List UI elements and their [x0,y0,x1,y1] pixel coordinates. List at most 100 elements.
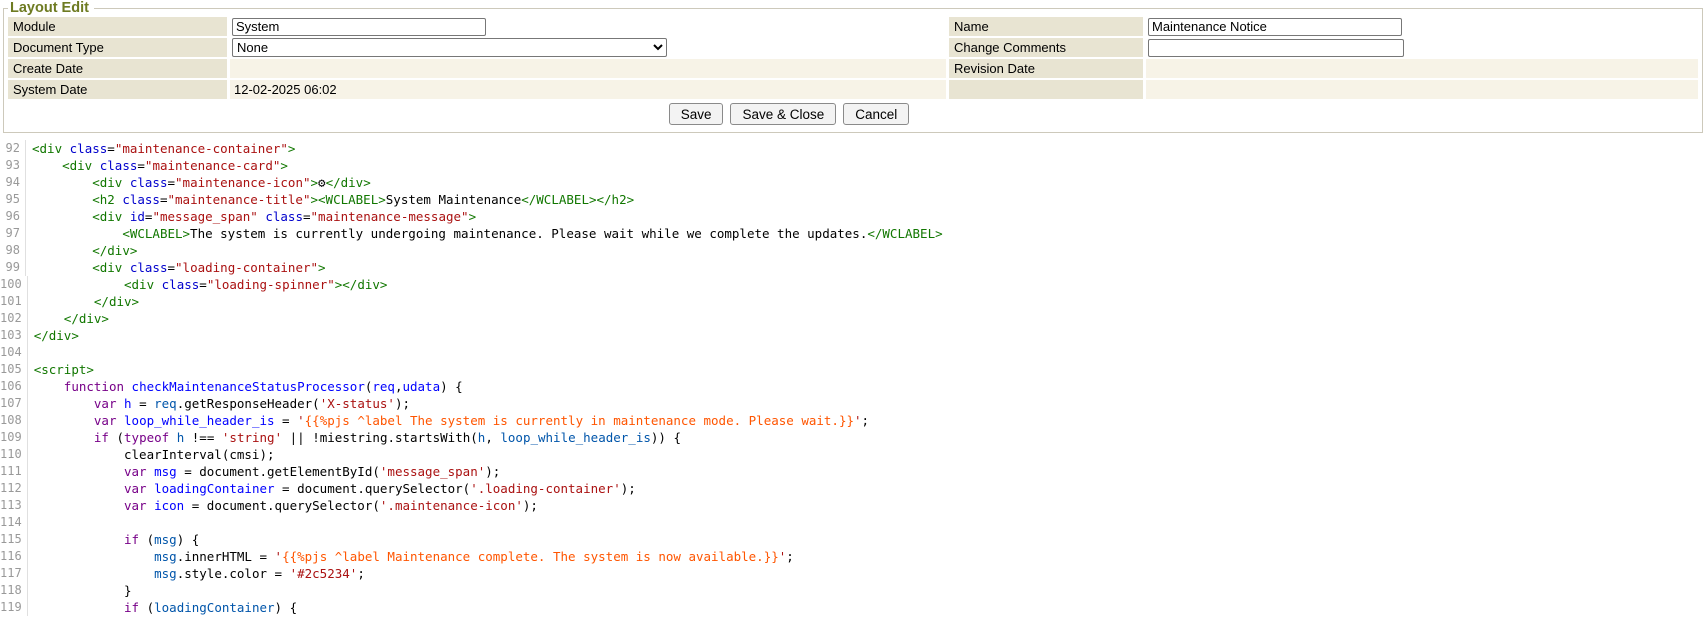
page-title: Layout Edit [8,0,94,16]
code-line[interactable]: 101 </div> [0,293,1706,310]
name-input[interactable] [1148,18,1402,36]
code-text: var msg = document.getElementById('messa… [28,463,501,480]
line-number: 114 [0,514,28,531]
line-number: 100 [0,276,28,293]
line-number: 93 [0,157,26,174]
revision-date-value [1146,59,1698,78]
change-comments-input[interactable] [1148,39,1404,57]
line-number: 96 [0,208,26,225]
code-line[interactable]: 99 <div class="loading-container"> [0,259,1706,276]
line-number: 99 [0,259,26,276]
code-line[interactable]: 100 <div class="loading-spinner"></div> [0,276,1706,293]
line-number: 103 [0,327,28,344]
code-line[interactable]: 95 <h2 class="maintenance-title"><WCLABE… [0,191,1706,208]
code-text: <script> [28,361,94,378]
empty-value-cell [1146,80,1698,99]
code-text: <div class="maintenance-card"> [26,157,288,174]
code-text: if (msg) { [28,531,200,548]
code-line[interactable]: 110 clearInterval(cmsi); [0,446,1706,463]
line-number: 102 [0,310,28,327]
document-type-select[interactable]: None [232,38,667,57]
create-date-label: Create Date [8,59,227,78]
line-number: 98 [0,242,26,259]
code-line[interactable]: 92<div class="maintenance-container"> [0,140,1706,157]
line-number: 109 [0,429,28,446]
document-type-cell: None [230,38,946,57]
cancel-button[interactable]: Cancel [843,103,909,125]
line-number: 113 [0,497,28,514]
code-line[interactable]: 114 [0,514,1706,531]
code-line[interactable]: 102 </div> [0,310,1706,327]
code-text: </div> [28,327,79,344]
code-line[interactable]: 103</div> [0,327,1706,344]
line-number: 107 [0,395,28,412]
line-number: 106 [0,378,28,395]
code-line[interactable]: 96 <div id="message_span" class="mainten… [0,208,1706,225]
code-text [28,514,34,531]
line-number: 108 [0,412,28,429]
line-number: 97 [0,225,26,242]
code-line[interactable]: 104 [0,344,1706,361]
save-and-close-button[interactable]: Save & Close [730,103,836,125]
code-line[interactable]: 113 var icon = document.querySelector('.… [0,497,1706,514]
code-line[interactable]: 107 var h = req.getResponseHeader('X-sta… [0,395,1706,412]
system-date-label: System Date [8,80,227,99]
code-text: var icon = document.querySelector('.main… [28,497,538,514]
system-date-value: 12-02-2025 06:02 [230,80,946,99]
code-line[interactable]: 112 var loadingContainer = document.quer… [0,480,1706,497]
code-line[interactable]: 119 if (loadingContainer) { [0,599,1706,616]
save-button[interactable]: Save [669,103,724,125]
line-number: 105 [0,361,28,378]
module-label: Module [8,17,227,36]
line-number: 110 [0,446,28,463]
code-text: function checkMaintenanceStatusProcessor… [28,378,463,395]
code-text: clearInterval(cmsi); [28,446,275,463]
code-line[interactable]: 111 var msg = document.getElementById('m… [0,463,1706,480]
empty-label-cell [949,80,1143,99]
code-text: </div> [28,310,109,327]
code-text: <div id="message_span" class="maintenanc… [26,208,476,225]
code-text: var h = req.getResponseHeader('X-status'… [28,395,410,412]
code-line[interactable]: 118 } [0,582,1706,599]
line-number: 101 [0,293,28,310]
code-text: msg.style.color = '#2c5234'; [28,565,365,582]
code-line[interactable]: 105<script> [0,361,1706,378]
line-number: 115 [0,531,28,548]
line-number: 117 [0,565,28,582]
code-text: } [28,582,132,599]
code-line[interactable]: 94 <div class="maintenance-icon">⚙</div> [0,174,1706,191]
code-editor[interactable]: 92<div class="maintenance-container">93 … [0,135,1706,616]
code-line[interactable]: 106 function checkMaintenanceStatusProce… [0,378,1706,395]
code-text: <div class="maintenance-icon">⚙</div> [26,174,371,191]
create-date-value [230,59,946,78]
code-line[interactable]: 93 <div class="maintenance-card"> [0,157,1706,174]
code-text: <div class="maintenance-container"> [26,140,295,157]
code-line[interactable]: 98 </div> [0,242,1706,259]
code-line[interactable]: 109 if (typeof h !== 'string' || !miestr… [0,429,1706,446]
code-text: msg.innerHTML = '{{%pjs ^label Maintenan… [28,548,794,565]
code-text: <WCLABEL>The system is currently undergo… [26,225,943,242]
code-text: if (loadingContainer) { [28,599,297,616]
code-text: </div> [28,293,139,310]
name-cell [1146,17,1698,36]
module-cell [230,17,946,36]
layout-edit-screen: Layout Edit Module Name Document Type No… [0,0,1706,619]
code-text: <div class="loading-container"> [26,259,326,276]
code-line[interactable]: 116 msg.innerHTML = '{{%pjs ^label Maint… [0,548,1706,565]
document-type-label: Document Type [8,38,227,57]
code-text: if (typeof h !== 'string' || !miestring.… [28,429,681,446]
line-number: 119 [0,599,28,616]
code-text: var loop_while_header_is = '{{%pjs ^labe… [28,412,869,429]
line-number: 118 [0,582,28,599]
module-input[interactable] [232,18,486,36]
change-comments-label: Change Comments [949,38,1143,57]
code-line[interactable]: 108 var loop_while_header_is = '{{%pjs ^… [0,412,1706,429]
code-line[interactable]: 115 if (msg) { [0,531,1706,548]
name-label: Name [949,17,1143,36]
code-line[interactable]: 117 msg.style.color = '#2c5234'; [0,565,1706,582]
line-number: 112 [0,480,28,497]
revision-date-label: Revision Date [949,59,1143,78]
change-comments-cell [1146,38,1698,57]
code-line[interactable]: 97 <WCLABEL>The system is currently unde… [0,225,1706,242]
line-number: 94 [0,174,26,191]
